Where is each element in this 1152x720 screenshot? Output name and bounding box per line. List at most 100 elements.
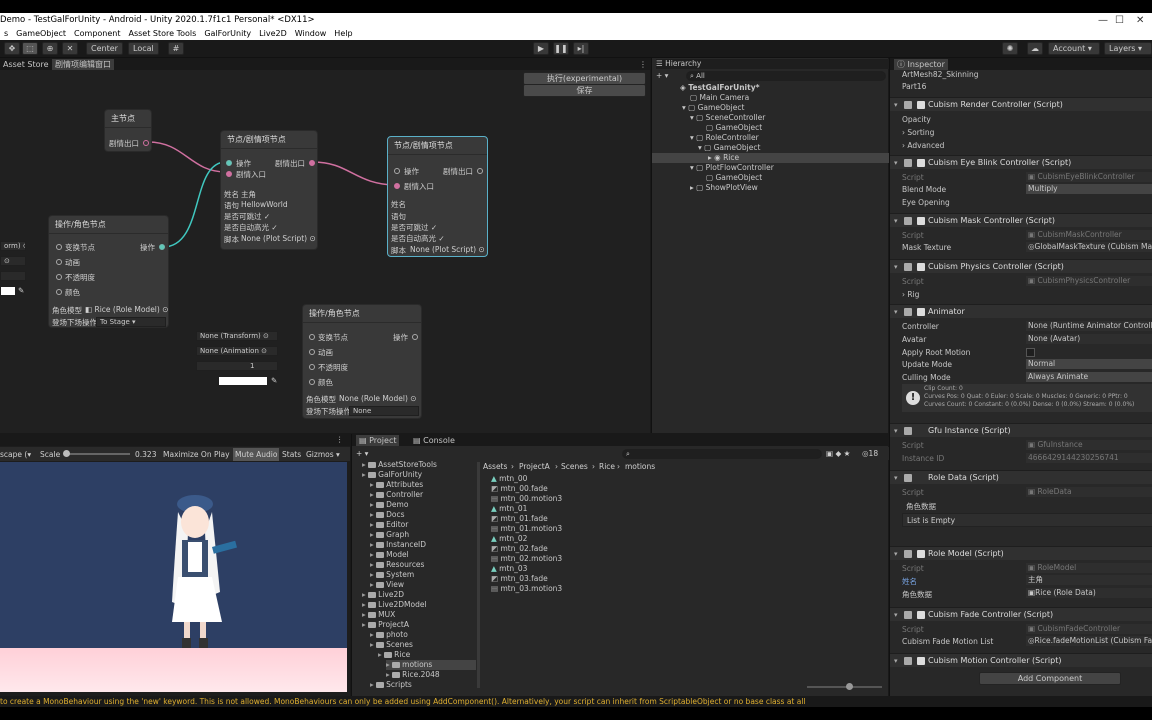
physics-script-field[interactable]: ▣ CubismPhysicsController [1026,276,1152,286]
folder-tree-item[interactable]: ▸ Graph [370,530,409,540]
eye-blink-header[interactable]: ▾ Cubism Eye Blink Controller (Script) [890,155,1152,169]
rect-tool-icon[interactable]: ⬚ [22,42,38,55]
role1-opacity-input[interactable] [0,271,26,281]
transform-tool-icon[interactable]: ⊕ [42,42,58,55]
role2-anim-port[interactable] [309,349,315,355]
folder-tree-item[interactable]: ▸ AssetStoreTools [362,460,437,470]
scale-slider-thumb[interactable] [63,450,70,457]
folder-tree-item[interactable]: ▸ InstanceID [370,540,426,550]
role2-opacity-port[interactable] [309,364,315,370]
avatar-field[interactable]: None (Avatar) [1026,334,1152,344]
plot-node-1[interactable]: 节点/剧情项节点 操作 剧情出口 剧情入口 姓名 主角 语句 HellowWor… [220,130,318,250]
plot2-op-port[interactable] [394,168,400,174]
hierarchy-tab[interactable]: ☰ Hierarchy [656,59,889,69]
add-icon[interactable]: + ▾ [656,71,676,81]
motion-controller-header[interactable]: ▾ Cubism Motion Controller (Script) [890,653,1152,667]
hierarchy-item[interactable]: ▢ GameObject [652,123,889,133]
role1-op-port[interactable] [159,244,165,250]
menu-item-window[interactable]: Window [291,28,331,38]
folder-tree-item[interactable]: ▸ MUX [362,610,395,620]
menu-item-component[interactable]: Component [70,28,124,38]
hierarchy-item[interactable]: ▾ ▢ GameObject [652,103,889,113]
opacity-row[interactable]: Opacity [902,115,931,124]
project-search[interactable]: ⌕ [622,449,822,459]
hidden-count[interactable]: ◎18 [862,449,878,458]
role2-anim-input[interactable]: None (Animation ⊙ [196,346,278,356]
folder-tree-item[interactable]: ▸ Scenes [370,640,413,650]
folder-tree-item[interactable]: ▸ photo [370,630,408,640]
layers-dropdown[interactable]: Layers ▾ [1104,42,1152,55]
plot1-speech-field[interactable]: HellowWorld [241,200,288,209]
folder-tree-item[interactable]: ▸ View [370,580,404,590]
menu-item-live2d[interactable]: Live2D [255,28,291,38]
icon-size-thumb[interactable] [846,683,853,690]
folder-tree-item[interactable]: ▸ Model [370,550,409,560]
sorting-row[interactable]: › Sorting [902,128,934,137]
tree-scrollbar[interactable] [477,462,480,688]
role-node-2[interactable]: 操作/角色节点 变换节点 操作 动画 不透明度 颜色 角色模型 None (Ro… [302,304,422,419]
menu-item-file[interactable]: s [0,28,12,38]
hierarchy-item[interactable]: ▢ GameObject [652,173,889,183]
controller-field[interactable]: None (Runtime Animator Controller) [1026,321,1152,331]
file-item[interactable]: ▤ mtn_03.motion3 [491,584,562,593]
file-item[interactable]: ▲ mtn_02 [491,534,527,543]
file-item[interactable]: ◩ mtn_01.fade [491,514,548,523]
plot1-autohl-row[interactable]: 是否自动高光 ✓ [224,222,278,233]
fade-controller-header[interactable]: ▾ Cubism Fade Controller (Script) [890,607,1152,621]
plot1-op-port[interactable] [226,160,232,166]
eye-blink-script-field[interactable]: ▣ CubismEyeBlinkController [1026,172,1152,182]
mask-script-field[interactable]: ▣ CubismMaskController [1026,230,1152,240]
role2-color-port[interactable] [309,379,315,385]
folder-tree-item[interactable]: ▸ Rice.2048 [386,670,440,680]
hierarchy-item[interactable]: ▢ Main Camera [652,93,889,103]
main-node[interactable]: 主节点 剧情出口 [104,109,152,152]
role-data-field[interactable]: ▣Rice (Role Data) [1026,588,1152,598]
custom-tool-icon[interactable]: ✕ [62,42,78,55]
folder-tree-item[interactable]: ▸ Editor [370,520,408,530]
role-model-script-field[interactable]: ▣ RoleModel [1026,563,1152,573]
blend-mode-dropdown[interactable]: Multiply [1026,184,1152,194]
file-item[interactable]: ◩ mtn_02.fade [491,544,548,553]
physics-controller-header[interactable]: ▾ Cubism Physics Controller (Script) [890,259,1152,273]
hierarchy-item[interactable]: ▾ ▢ PlotFlowController [652,163,889,173]
plot1-exit-port[interactable] [309,160,315,166]
scene-row[interactable]: ◈ TestGalForUnity* [652,83,889,93]
mute-audio-toggle[interactable]: Mute Audio [233,448,280,461]
account-dropdown[interactable]: Account ▾ [1048,42,1100,55]
plot2-script-field[interactable]: None (Plot Script) ⊙ [410,245,485,254]
animator-header[interactable]: ▾ Animator [890,304,1152,318]
menu-item-gameobject[interactable]: GameObject [12,28,70,38]
role-model-header[interactable]: ▾ Role Model (Script) [890,546,1152,560]
mask-texture-field[interactable]: ◎GlobalMaskTexture (Cubism Mas [1026,242,1152,252]
role1-model-field[interactable]: ◧ Rice (Role Model) ⊙ [85,305,169,314]
collab-icon[interactable]: ✺ [1002,42,1018,55]
maximize-icon[interactable]: ☐ [1115,15,1124,26]
hierarchy-item[interactable]: ▸ ▢ ShowPlotView [652,183,889,193]
culling-mode-dropdown[interactable]: Always Animate [1026,372,1152,382]
update-mode-dropdown[interactable]: Normal [1026,359,1152,369]
tab-console[interactable]: ▤ Console [410,435,458,446]
breadcrumb-motions[interactable]: motions [625,462,655,471]
role1-eyedropper-icon[interactable]: ✎ [18,286,24,295]
play-icon[interactable]: ▶ [533,42,549,55]
aspect-dropdown[interactable]: scape (▾ [0,450,31,459]
folder-tree-item[interactable]: ▸ Resources [370,560,424,570]
folder-tree-item[interactable]: ▸ ProjectA [362,620,409,630]
role2-eyedropper-icon[interactable]: ✎ [271,376,277,385]
role1-stage-dropdown[interactable]: To Stage ▾ [96,317,166,327]
role1-transform-input[interactable]: orm) ⊙ [0,241,26,251]
move-tool-icon[interactable]: ✥ [4,42,20,55]
role2-color-swatch[interactable] [218,376,268,386]
folder-tree-item[interactable]: ▸ Live2D [362,590,404,600]
file-item[interactable]: ▲ mtn_03 [491,564,527,573]
role-node-1[interactable]: 操作/角色节点 变换节点 操作 动画 不透明度 颜色 角色模型 ◧ Rice (… [48,215,169,328]
menu-item-galforunity[interactable]: GalForUnity [200,28,255,38]
filter-icons[interactable]: ▣ ◆ ★ [826,449,850,458]
file-item[interactable]: ▲ mtn_01 [491,504,527,513]
plot1-script-field[interactable]: None (Plot Script) ⊙ [241,234,316,243]
minimize-icon[interactable]: — [1098,15,1108,26]
fade-script-field[interactable]: ▣ CubismFadeController [1026,624,1152,634]
folder-tree-item[interactable]: ▸ Attributes [370,480,423,490]
step-icon[interactable]: ▸| [573,42,589,55]
folder-tree-item[interactable]: ▸ Docs [370,510,405,520]
